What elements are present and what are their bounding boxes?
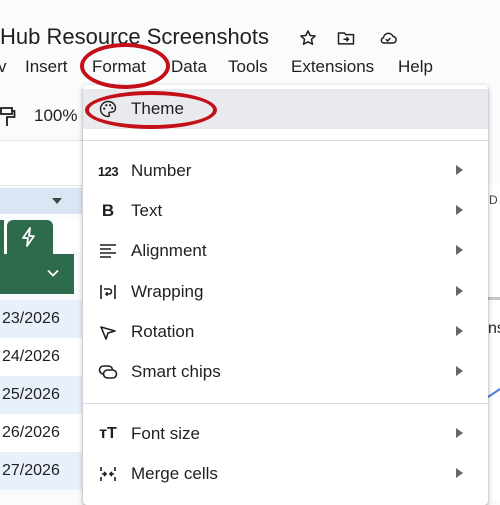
rotation-icon bbox=[97, 322, 119, 342]
annotation-circle-theme bbox=[85, 91, 217, 129]
column-header-selected bbox=[0, 188, 82, 214]
menu-item-label: Number bbox=[131, 161, 192, 180]
menu-item-label: Alignment bbox=[131, 241, 207, 260]
cell-text-fragment: ns bbox=[488, 320, 500, 337]
submenu-arrow-icon bbox=[456, 165, 463, 175]
date-cell[interactable]: 27/2026 bbox=[0, 452, 82, 490]
menu-extensions[interactable]: Extensions bbox=[291, 57, 374, 77]
menu-item-number[interactable]: 123 Number bbox=[83, 151, 488, 191]
menu-item-rotation[interactable]: Rotation bbox=[83, 312, 488, 352]
dropdown-chip[interactable] bbox=[0, 254, 74, 294]
menu-item-text[interactable]: B Text bbox=[83, 191, 488, 231]
submenu-arrow-icon bbox=[456, 326, 463, 336]
menu-item-font-size[interactable]: тT Font size bbox=[83, 414, 488, 454]
move-to-folder-icon[interactable] bbox=[334, 26, 358, 50]
submenu-arrow-icon bbox=[456, 205, 463, 215]
cloud-saved-icon[interactable] bbox=[376, 26, 400, 50]
submenu-arrow-icon bbox=[456, 468, 463, 478]
menu-item-label: Rotation bbox=[131, 322, 195, 341]
menu-item-label: Text bbox=[131, 201, 163, 220]
menu-item-label: Font size bbox=[131, 424, 200, 443]
submenu-arrow-icon bbox=[456, 366, 463, 376]
menu-item-label: Smart chips bbox=[131, 362, 221, 381]
chart-line bbox=[488, 388, 500, 398]
zoom-select[interactable]: 100% bbox=[34, 106, 77, 126]
menu-item-alignment[interactable]: Alignment bbox=[83, 231, 488, 271]
number-format-icon: 123 bbox=[97, 163, 119, 179]
menu-divider bbox=[83, 140, 488, 141]
submenu-arrow-icon bbox=[456, 428, 463, 438]
annotation-circle-format bbox=[80, 43, 170, 89]
sheet-right-edge bbox=[488, 184, 500, 500]
smart-chip-icon bbox=[97, 362, 119, 382]
menu-item-label: Merge cells bbox=[131, 464, 218, 483]
tab-edge bbox=[0, 220, 4, 254]
menu-item-smart-chips[interactable]: Smart chips bbox=[83, 352, 488, 392]
menu-data[interactable]: Data bbox=[171, 57, 207, 77]
menu-item-wrapping[interactable]: Wrapping bbox=[83, 272, 488, 312]
menu-item-merge-cells[interactable]: Merge cells bbox=[83, 454, 488, 494]
date-cell[interactable]: 25/2026 bbox=[0, 376, 82, 414]
menu-insert[interactable]: Insert bbox=[25, 57, 68, 77]
wrap-icon bbox=[97, 282, 119, 302]
chart-edge bbox=[488, 297, 500, 300]
formula-bar[interactable] bbox=[0, 140, 85, 186]
merge-cells-icon bbox=[97, 464, 119, 484]
menu-tools[interactable]: Tools bbox=[228, 57, 268, 77]
font-size-icon: тT bbox=[99, 425, 117, 442]
submenu-arrow-icon bbox=[456, 286, 463, 296]
paint-format-icon[interactable] bbox=[0, 106, 16, 128]
chevron-down-icon[interactable] bbox=[46, 266, 60, 280]
column-header-d[interactable]: D bbox=[489, 193, 498, 207]
lightning-icon bbox=[19, 226, 39, 248]
menu-divider bbox=[83, 403, 488, 404]
star-icon[interactable] bbox=[296, 26, 320, 50]
date-cell[interactable]: 26/2026 bbox=[0, 414, 82, 452]
align-icon bbox=[97, 241, 119, 261]
date-cell[interactable]: 24/2026 bbox=[0, 338, 82, 376]
bold-icon: B bbox=[101, 201, 115, 220]
submenu-arrow-icon bbox=[456, 245, 463, 255]
menu-view[interactable]: v bbox=[0, 57, 7, 77]
menu-item-label: Wrapping bbox=[131, 282, 204, 301]
menu-help[interactable]: Help bbox=[398, 57, 433, 77]
date-cell[interactable]: 23/2026 bbox=[0, 300, 82, 338]
column-menu-icon[interactable] bbox=[52, 198, 62, 204]
